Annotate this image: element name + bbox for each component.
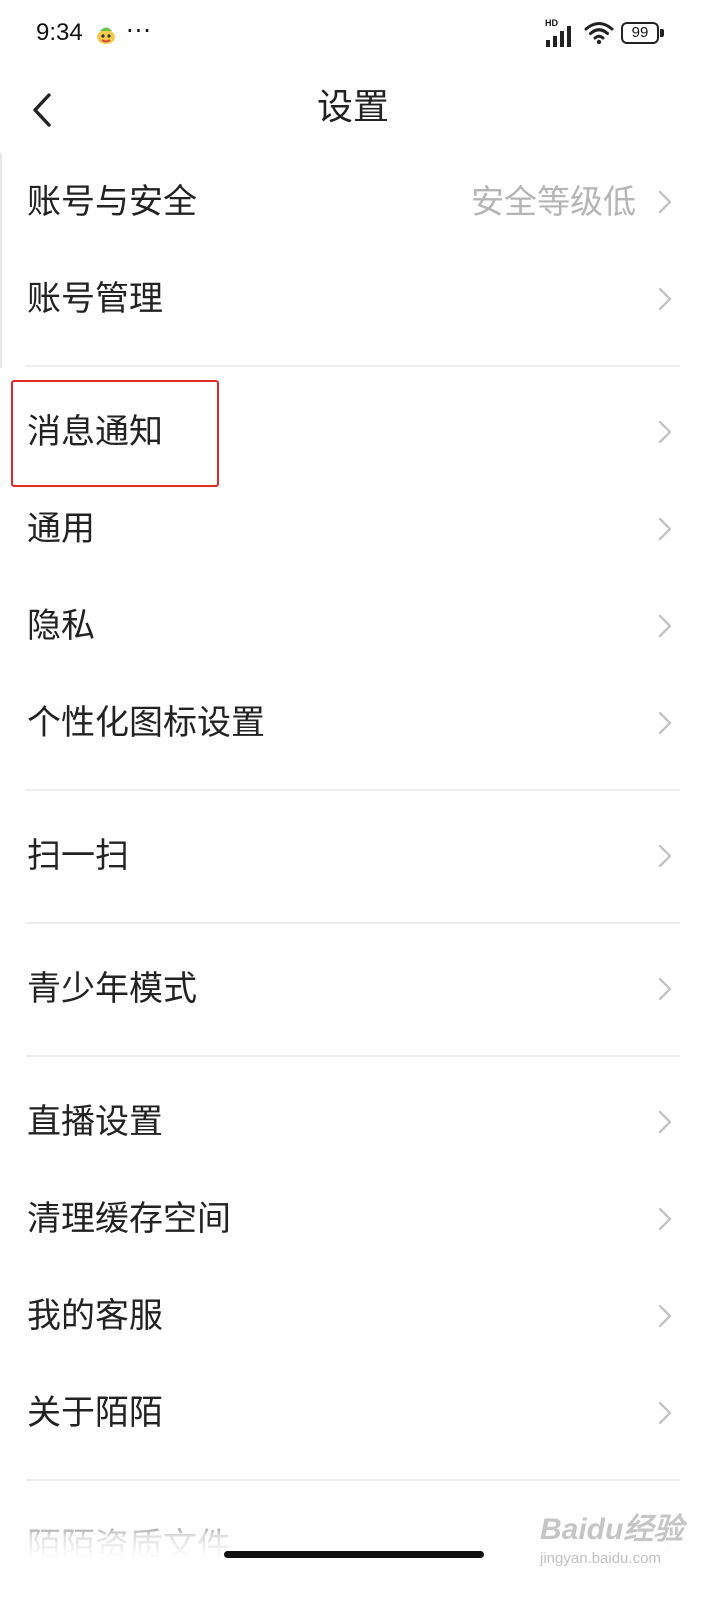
status-bar: 9:34 ··· HD 99 [0, 0, 720, 66]
settings-item-teen-mode[interactable]: 青少年模式 [0, 941, 720, 1038]
security-level-value: 安全等级低 [471, 182, 636, 221]
battery-cap [660, 29, 664, 37]
settings-item-label: 消息通知 [27, 412, 163, 452]
settings-item-scan[interactable]: 扫一扫 [0, 808, 720, 905]
status-time: 9:34 [36, 19, 83, 46]
group-divider [0, 1038, 720, 1074]
settings-item-label: 清理缓存空间 [27, 1199, 231, 1239]
settings-item-label: 关于陌陌 [27, 1393, 163, 1433]
chevron-right-icon [658, 517, 672, 541]
battery-icon: 99 [621, 22, 659, 44]
settings-item-customer-service[interactable]: 我的客服 [0, 1268, 720, 1365]
home-indicator[interactable] [224, 1551, 484, 1558]
chevron-right-icon [658, 287, 672, 311]
settings-item-label: 通用 [27, 509, 95, 549]
chevron-right-icon [658, 1534, 672, 1558]
header: 设置 [0, 66, 720, 154]
group-divider [0, 1462, 720, 1498]
chevron-right-icon [658, 614, 672, 638]
settings-item-label: 陌陌资质文件 [27, 1526, 231, 1566]
chevron-right-icon [658, 420, 672, 444]
settings-item-about[interactable]: 关于陌陌 [0, 1365, 720, 1462]
chevron-right-icon [658, 711, 672, 735]
chevron-right-icon [658, 1110, 672, 1134]
chevron-right-icon [658, 190, 672, 214]
settings-item-label: 直播设置 [27, 1102, 163, 1142]
group-divider [0, 348, 720, 384]
group-divider [0, 905, 720, 941]
settings-item-qualifications[interactable]: 陌陌资质文件 [0, 1498, 720, 1595]
settings-item-label: 隐私 [27, 606, 95, 646]
settings-item-notifications[interactable]: 消息通知 [0, 384, 720, 481]
page-title: 设置 [316, 87, 389, 128]
chevron-right-icon [658, 1304, 672, 1328]
settings-item-live-settings[interactable]: 直播设置 [0, 1074, 720, 1171]
signal-icon [546, 26, 571, 47]
settings-item-account-security[interactable]: 账号与安全 安全等级低 [0, 154, 720, 251]
settings-item-general[interactable]: 通用 [0, 481, 720, 578]
settings-item-label: 我的客服 [27, 1296, 163, 1336]
settings-item-label: 账号与安全 [27, 182, 197, 222]
chevron-right-icon [658, 1401, 672, 1425]
chevron-right-icon [658, 844, 672, 868]
chevron-right-icon [658, 977, 672, 1001]
group-divider [0, 772, 720, 808]
settings-list: 账号与安全 安全等级低 账号管理 消息通知 通用 隐私 个性化图标设置 扫一扫 … [0, 154, 720, 1595]
settings-item-label: 扫一扫 [27, 836, 129, 876]
settings-item-custom-icon[interactable]: 个性化图标设置 [0, 675, 720, 772]
more-notifications-icon: ··· [126, 17, 152, 45]
settings-item-clear-cache[interactable]: 清理缓存空间 [0, 1171, 720, 1268]
settings-item-label: 青少年模式 [27, 969, 197, 1009]
settings-item-label: 个性化图标设置 [27, 703, 265, 743]
wifi-icon [584, 22, 614, 45]
settings-item-privacy[interactable]: 隐私 [0, 578, 720, 675]
settings-item-account-management[interactable]: 账号管理 [0, 251, 720, 348]
chevron-right-icon [658, 1207, 672, 1231]
settings-item-label: 账号管理 [27, 279, 163, 319]
app-notification-icon [97, 27, 115, 44]
